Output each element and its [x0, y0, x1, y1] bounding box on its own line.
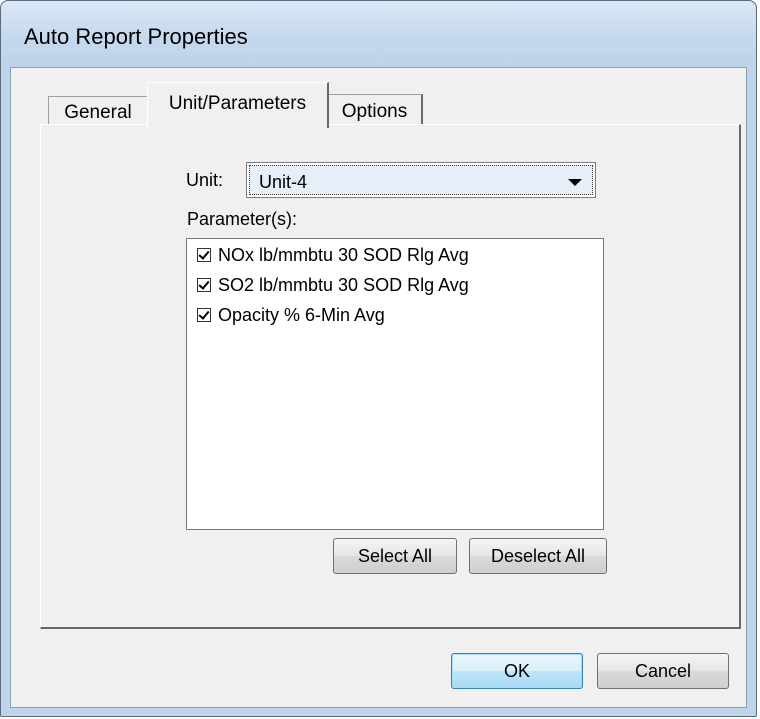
unit-dropdown-focus: Unit-4 — [249, 165, 593, 195]
tab-unit-parameters[interactable]: Unit/Parameters — [147, 82, 329, 128]
dialog-window: Auto Report Properties General Options U… — [0, 0, 757, 717]
tab-panel-unit-parameters: Unit: Unit-4 Parameter(s): NOx lb/mmbtu … — [40, 124, 741, 629]
chevron-down-icon[interactable] — [568, 179, 582, 186]
list-item-label: Opacity % 6-Min Avg — [218, 305, 385, 325]
checkbox-checked-icon[interactable] — [197, 248, 211, 262]
dialog-body: General Options Unit/Parameters Unit: Un… — [10, 67, 747, 708]
tab-options[interactable]: Options — [327, 94, 423, 126]
checkbox-checked-icon[interactable] — [197, 278, 211, 292]
checkbox-checked-icon[interactable] — [197, 308, 211, 322]
unit-dropdown-value: Unit-4 — [259, 172, 308, 192]
title-bar[interactable]: Auto Report Properties — [1, 1, 756, 67]
list-item-label: SO2 lb/mmbtu 30 SOD Rlg Avg — [218, 275, 469, 295]
unit-dropdown[interactable]: Unit-4 — [246, 162, 596, 198]
deselect-all-button[interactable]: Deselect All — [469, 538, 607, 574]
ok-button[interactable]: OK — [451, 653, 583, 689]
parameters-listbox[interactable]: NOx lb/mmbtu 30 SOD Rlg Avg SO2 lb/mmbtu… — [186, 238, 604, 530]
parameters-label: Parameter(s): — [187, 209, 298, 229]
cancel-button[interactable]: Cancel — [597, 653, 729, 689]
unit-label: Unit: — [186, 170, 224, 190]
window-title: Auto Report Properties — [24, 24, 248, 49]
tab-general[interactable]: General — [48, 96, 148, 126]
select-all-button[interactable]: Select All — [333, 538, 457, 574]
list-item-label: NOx lb/mmbtu 30 SOD Rlg Avg — [218, 245, 469, 265]
